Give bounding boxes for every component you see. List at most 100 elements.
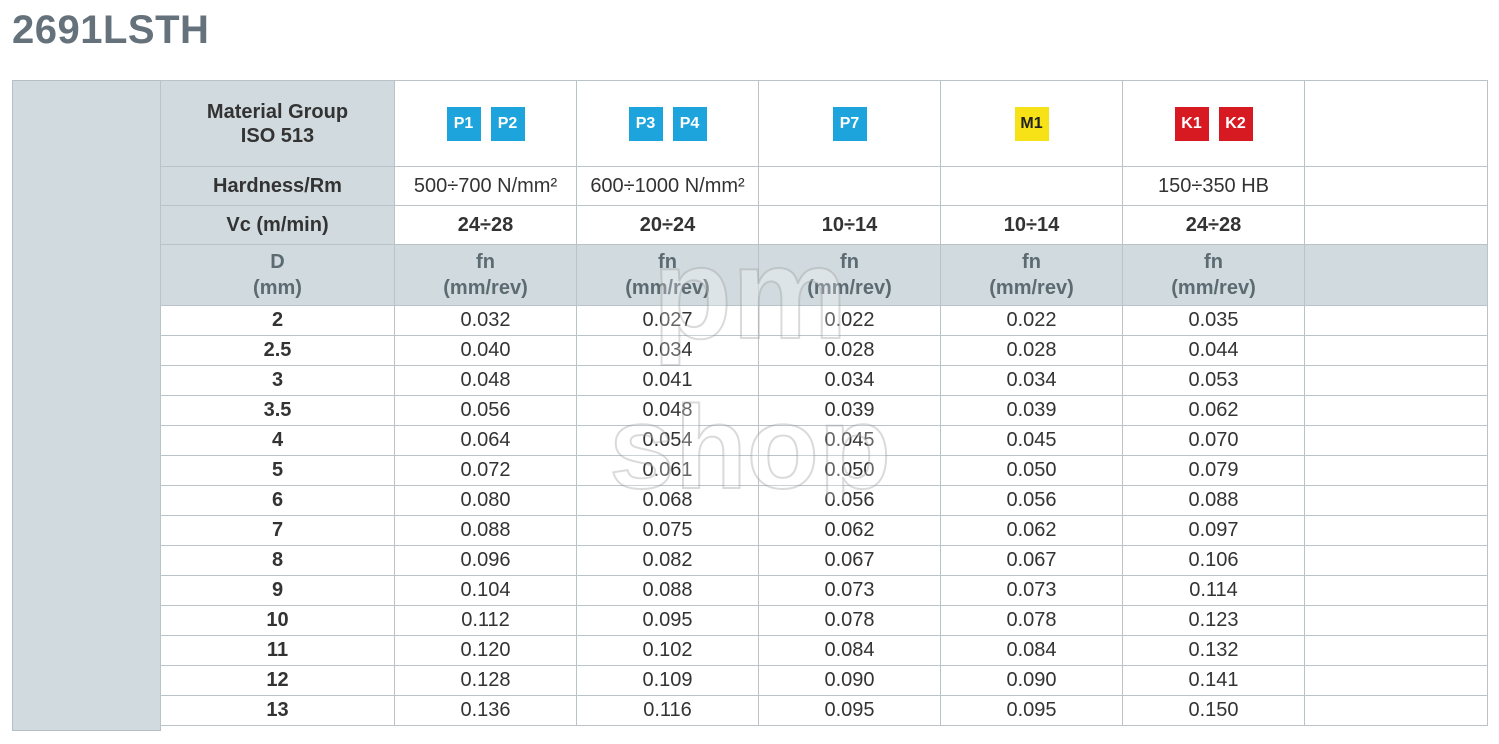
feed-value: 0.082	[576, 545, 759, 576]
feed-value: 0.056	[758, 485, 941, 516]
empty-cell	[1304, 455, 1488, 486]
empty-cell	[1304, 485, 1488, 516]
feed-value: 0.096	[394, 545, 577, 576]
table-row: 5 0.072 0.061 0.050 0.050 0.079	[160, 455, 1488, 486]
feed-value: 0.106	[1122, 545, 1305, 576]
feed-value: 0.062	[758, 515, 941, 546]
group-cell: P7	[758, 80, 941, 167]
feed-value: 0.097	[1122, 515, 1305, 546]
diameter-value: 13	[160, 695, 395, 726]
fn-header-line2: (mm/rev)	[443, 277, 528, 299]
empty-cell	[1304, 395, 1488, 426]
table-row: 4 0.064 0.054 0.045 0.045 0.070	[160, 425, 1488, 456]
diameter-value: 10	[160, 605, 395, 636]
feed-value: 0.072	[394, 455, 577, 486]
table-row: 12 0.128 0.109 0.090 0.090 0.141	[160, 665, 1488, 696]
feed-value: 0.095	[758, 695, 941, 726]
group-cell: P1 P2	[394, 80, 577, 167]
feed-value: 0.028	[940, 335, 1123, 366]
table-row: 3.5 0.056 0.048 0.039 0.039 0.062	[160, 395, 1488, 426]
feed-value: 0.136	[394, 695, 577, 726]
feed-value: 0.123	[1122, 605, 1305, 636]
empty-cell	[1304, 335, 1488, 366]
feed-value: 0.028	[758, 335, 941, 366]
material-group-row: Material Group ISO 513 P1 P2 P3 P4 P7 M1 K…	[160, 80, 1488, 167]
feed-value: 0.062	[940, 515, 1123, 546]
feed-value: 0.034	[940, 365, 1123, 396]
table-row: 6 0.080 0.068 0.056 0.056 0.088	[160, 485, 1488, 516]
empty-cell	[1304, 545, 1488, 576]
feed-value: 0.034	[758, 365, 941, 396]
fn-header-line1: fn	[840, 251, 859, 273]
feed-value: 0.056	[940, 485, 1123, 516]
feed-value: 0.120	[394, 635, 577, 666]
group-cell: M1	[940, 80, 1123, 167]
feed-value: 0.056	[394, 395, 577, 426]
table-row: 11 0.120 0.102 0.084 0.084 0.132	[160, 635, 1488, 666]
feed-value: 0.067	[758, 545, 941, 576]
feed-value: 0.109	[576, 665, 759, 696]
diameter-value: 5	[160, 455, 395, 486]
feed-value: 0.088	[394, 515, 577, 546]
fn-header-line1: fn	[1204, 251, 1223, 273]
feed-value: 0.062	[1122, 395, 1305, 426]
iso-badge-p3: P3	[628, 106, 663, 141]
empty-cell	[1304, 80, 1488, 167]
units-header-row: D (mm) fn (mm/rev) fn (mm/rev) fn (mm/rev) …	[160, 244, 1488, 306]
vc-label: Vc (m/min)	[160, 205, 395, 245]
iso-badge-p4: P4	[672, 106, 707, 141]
feed-value: 0.068	[576, 485, 759, 516]
hardness-value	[940, 166, 1123, 206]
empty-cell	[1304, 635, 1488, 666]
table-row: 2.5 0.040 0.034 0.028 0.028 0.044	[160, 335, 1488, 366]
vc-value: 10÷14	[758, 205, 941, 245]
material-group-label-line2: ISO 513	[240, 124, 315, 147]
feed-value: 0.150	[1122, 695, 1305, 726]
feed-value: 0.048	[394, 365, 577, 396]
feed-value: 0.132	[1122, 635, 1305, 666]
feed-value: 0.095	[940, 695, 1123, 726]
diameter-value: 6	[160, 485, 395, 516]
hardness-value: 150÷350 HB	[1122, 166, 1305, 206]
group-cell: K1 K2	[1122, 80, 1305, 167]
table-row: 7 0.088 0.075 0.062 0.062 0.097	[160, 515, 1488, 546]
page-title: 2691LSTH	[12, 8, 210, 52]
fn-header: fn (mm/rev)	[940, 244, 1123, 306]
empty-cell	[1304, 425, 1488, 456]
feed-value: 0.088	[1122, 485, 1305, 516]
fn-header-line2: (mm/rev)	[625, 277, 710, 299]
feed-value: 0.053	[1122, 365, 1305, 396]
feed-value: 0.104	[394, 575, 577, 606]
empty-cell	[1304, 695, 1488, 726]
feed-value: 0.112	[394, 605, 577, 636]
fn-header: fn (mm/rev)	[394, 244, 577, 306]
diameter-value: 4	[160, 425, 395, 456]
iso-badge-k2: K2	[1218, 106, 1253, 141]
feed-value: 0.050	[758, 455, 941, 486]
group-cell: P3 P4	[576, 80, 759, 167]
hardness-label: Hardness/Rm	[160, 166, 395, 206]
feed-value: 0.079	[1122, 455, 1305, 486]
feed-value: 0.045	[758, 425, 941, 456]
diameter-value: 3	[160, 365, 395, 396]
d-header: D (mm)	[160, 244, 395, 306]
feed-value: 0.084	[758, 635, 941, 666]
hardness-row: Hardness/Rm 500÷700 N/mm² 600÷1000 N/mm²…	[160, 166, 1488, 206]
feed-value: 0.073	[940, 575, 1123, 606]
empty-cell	[1304, 515, 1488, 546]
iso-badge-m1: M1	[1014, 106, 1049, 141]
feed-value: 0.061	[576, 455, 759, 486]
empty-cell	[1304, 665, 1488, 696]
feed-value: 0.044	[1122, 335, 1305, 366]
feed-value: 0.022	[758, 305, 941, 336]
diameter-value: 3.5	[160, 395, 395, 426]
feed-value: 0.032	[394, 305, 577, 336]
iso-badge-k1: K1	[1174, 106, 1209, 141]
feed-value: 0.095	[576, 605, 759, 636]
feed-value: 0.035	[1122, 305, 1305, 336]
fn-header-line2: (mm/rev)	[989, 277, 1074, 299]
iso-badge-p2: P2	[490, 106, 525, 141]
empty-cell	[1304, 575, 1488, 606]
fn-header-line1: fn	[1022, 251, 1041, 273]
feed-value: 0.116	[576, 695, 759, 726]
